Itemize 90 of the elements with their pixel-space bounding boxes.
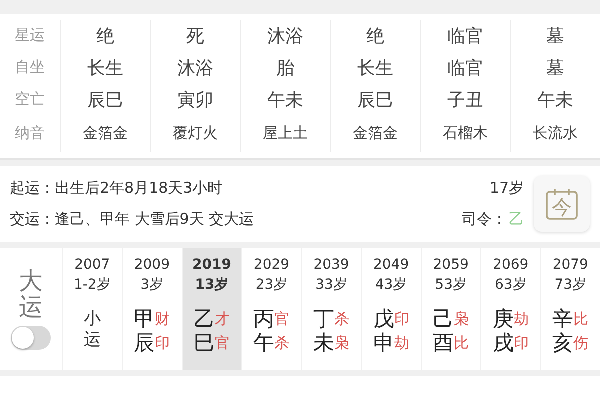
ten-god: 官 bbox=[214, 334, 230, 352]
ten-god: 伤 bbox=[574, 334, 589, 352]
table-cell-text: 墓 bbox=[546, 56, 564, 80]
table-cell: 长流水 bbox=[533, 124, 578, 144]
heavenly-stem: 戊 bbox=[373, 307, 394, 332]
ten-god: 劫 bbox=[394, 334, 410, 352]
period-age: 73岁 bbox=[554, 276, 587, 295]
earthly-branch: 酉 bbox=[433, 331, 454, 356]
ten-god: 比 bbox=[574, 310, 589, 328]
ten-god: 比 bbox=[454, 334, 470, 352]
row-label: 自坐 bbox=[15, 58, 45, 78]
table-cell-text: 午未 bbox=[538, 88, 574, 112]
table-cell-text: 绝 bbox=[96, 24, 114, 48]
heavenly-stem: 甲 bbox=[134, 307, 156, 332]
ten-god: 印 bbox=[155, 334, 170, 352]
table-cell-text: 沐浴 bbox=[268, 24, 304, 48]
table-cell: 金箔金 bbox=[83, 124, 128, 144]
ten-god: 才 bbox=[214, 310, 230, 328]
ten-god: 劫 bbox=[514, 310, 529, 328]
table-cell: 金箔金 bbox=[353, 124, 398, 144]
earthly-branch: 辰 bbox=[134, 331, 156, 356]
table-cell: 石榴木 bbox=[443, 124, 488, 144]
luck-period[interactable]: 2019 13岁 乙才 巳官 bbox=[182, 248, 242, 370]
earthly-branch: 戌 bbox=[492, 331, 514, 356]
period-age: 1-2岁 bbox=[74, 276, 111, 295]
period-year: 2029 bbox=[254, 256, 290, 275]
commander-value: 乙 bbox=[509, 210, 524, 229]
heavenly-stem: 丙 bbox=[254, 307, 275, 332]
period-year: 2007 bbox=[74, 256, 110, 275]
period-age: 23岁 bbox=[256, 276, 288, 295]
ten-god: 枭 bbox=[334, 334, 350, 352]
table-cell-text: 长生 bbox=[88, 56, 124, 80]
start-luck-text: 起运：出生后2年8月18天3小时 bbox=[10, 179, 223, 198]
period-year: 2039 bbox=[314, 256, 350, 275]
table-cell-text: 绝 bbox=[366, 24, 384, 48]
earthly-branch: 亥 bbox=[552, 331, 574, 356]
earthly-branch: 巳 bbox=[194, 331, 215, 356]
ten-god: 财 bbox=[155, 310, 170, 328]
table-cell-text: 辰巳 bbox=[88, 88, 124, 112]
age-text: 17岁 bbox=[490, 179, 524, 198]
row-label: 星运 bbox=[15, 26, 45, 46]
period-age: 3岁 bbox=[140, 276, 164, 295]
ten-god: 官 bbox=[274, 310, 290, 328]
period-year: 2079 bbox=[552, 256, 588, 275]
heavenly-stem: 乙 bbox=[194, 307, 215, 332]
ten-god: 杀 bbox=[334, 310, 350, 328]
period-year: 2019 bbox=[192, 256, 232, 275]
ten-god: 杀 bbox=[274, 334, 290, 352]
minor-luck-text: 小运 bbox=[84, 309, 101, 350]
luck-period[interactable]: 2059 53岁 己枭 酉比 bbox=[420, 248, 480, 370]
heavenly-stem: 丁 bbox=[314, 307, 335, 332]
table-cell-text: 临官 bbox=[448, 56, 484, 80]
table-cell-text: 胎 bbox=[276, 56, 294, 80]
luck-period[interactable]: 2069 63岁 庚劫 戌印 bbox=[480, 248, 540, 370]
ten-god: 印 bbox=[514, 334, 529, 352]
period-year: 2059 bbox=[433, 256, 469, 275]
table-cell-text: 长生 bbox=[358, 56, 394, 80]
ten-god: 枭 bbox=[454, 310, 470, 328]
table-cell: 覆灯火 bbox=[173, 124, 218, 144]
heavenly-stem: 辛 bbox=[552, 307, 574, 332]
period-age: 33岁 bbox=[316, 276, 348, 295]
heavenly-stem: 庚 bbox=[492, 307, 514, 332]
period-age: 43岁 bbox=[375, 276, 408, 295]
table-cell-text: 墓 bbox=[546, 24, 564, 48]
table-cell: 屋上土 bbox=[263, 124, 308, 144]
table-cell-text: 辰巳 bbox=[358, 88, 394, 112]
row-label: 纳音 bbox=[15, 124, 45, 144]
period-age: 13岁 bbox=[195, 276, 229, 295]
table-cell-text: 子丑 bbox=[448, 88, 484, 112]
period-age: 53岁 bbox=[435, 276, 467, 295]
commander-label: 司令： bbox=[462, 210, 507, 229]
earthly-branch: 申 bbox=[373, 331, 394, 356]
heavenly-stem: 己 bbox=[433, 307, 454, 332]
period-year: 2049 bbox=[373, 256, 410, 275]
table-cell-text: 午未 bbox=[268, 88, 304, 112]
toggle-switch[interactable] bbox=[11, 326, 51, 350]
luck-title: 大运 bbox=[19, 268, 43, 320]
calendar-icon bbox=[545, 187, 579, 221]
earthly-branch: 未 bbox=[314, 331, 335, 356]
table-cell-text: 临官 bbox=[448, 24, 484, 48]
table-cell-text: 沐浴 bbox=[178, 56, 214, 80]
luck-change-text: 交运：逢己、甲年 大雪后9天 交大运 bbox=[10, 210, 254, 229]
period-age: 63岁 bbox=[494, 276, 527, 295]
ten-god: 印 bbox=[394, 310, 410, 328]
period-year: 2009 bbox=[134, 256, 170, 275]
row-label: 空亡 bbox=[15, 90, 45, 109]
table-cell-text: 寅卯 bbox=[178, 88, 214, 112]
period-year: 2069 bbox=[493, 256, 529, 275]
table-cell-text: 死 bbox=[186, 24, 204, 48]
earthly-branch: 午 bbox=[254, 331, 275, 356]
